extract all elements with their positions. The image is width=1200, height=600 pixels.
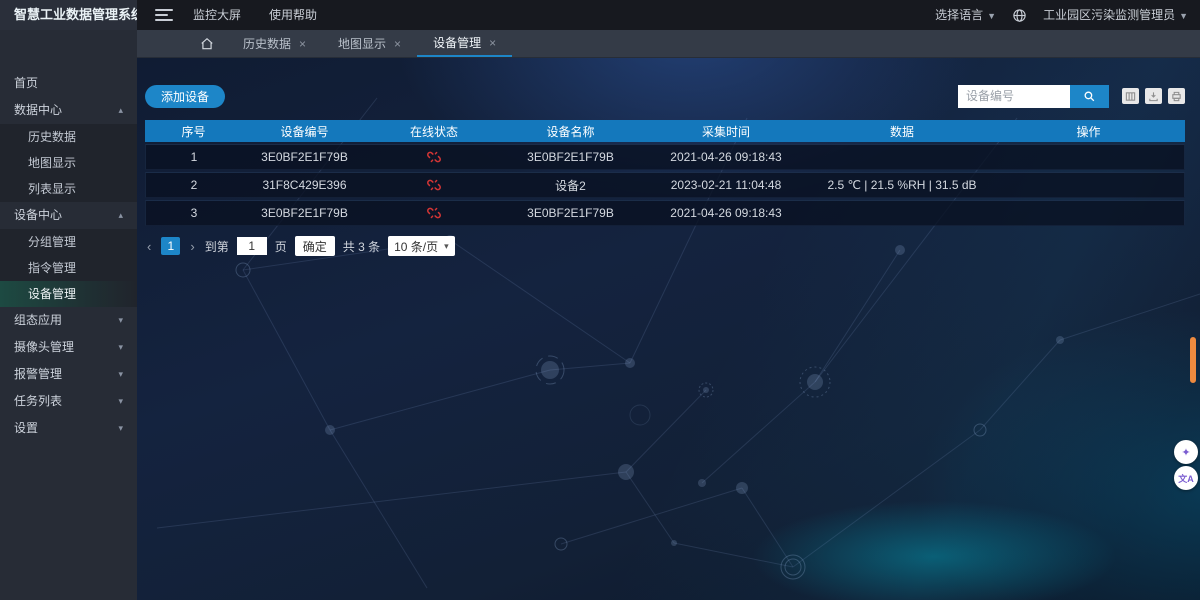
language-selector[interactable]: 选择语言▼ [935,0,996,30]
app-window: 智慧工业数据管理系统 首页 数据中心 ▴ 历史数据 地图显示 列表显示 设备中心… [0,0,1200,600]
col-header-collect-time: 采集时间 [640,120,812,142]
next-page-button[interactable]: › [188,239,196,254]
sidebar-item-home[interactable]: 首页 [0,70,137,97]
sidebar-nav: 首页 数据中心 ▴ 历史数据 地图显示 列表显示 设备中心 ▴ 分组管理 指令管… [0,30,137,442]
export-icon [1148,91,1159,102]
content-area: 添加设备 [137,58,1200,600]
table-row[interactable]: 3 3E0BF2E1F79B 3E0BF2E1F79B 2021-04-26 0… [145,200,1185,226]
device-center-submenu: 分组管理 指令管理 设备管理 [0,229,137,307]
row-operations [992,200,1185,226]
print-icon [1171,91,1182,102]
sidebar-item-map-display[interactable]: 地图显示 [0,150,137,176]
current-page[interactable]: 1 [161,237,180,255]
user-menu[interactable]: 工业园区污染监测管理员 ▼ [1043,0,1188,30]
sidebar-item-camera-management[interactable]: 摄像头管理 ▾ [0,334,137,361]
tab-device-management[interactable]: 设备管理 × [417,30,512,57]
offline-broken-link-icon [427,206,441,220]
nav-help[interactable]: 使用帮助 [255,0,331,30]
row-operations [992,172,1185,198]
sidebar-item-history-data[interactable]: 历史数据 [0,124,137,150]
chevron-down-icon: ▾ [118,415,123,442]
offline-broken-link-icon [427,178,441,192]
top-navbar: 监控大屏 使用帮助 选择语言▼ 工业园区污染监测管理员 ▼ [137,0,1200,30]
goto-label: 到第 [205,238,229,255]
translate-button[interactable]: 文A [1174,466,1198,490]
tab-bar: 历史数据 × 地图显示 × 设备管理 × [137,30,1200,58]
row-operations [992,144,1185,170]
col-header-data: 数据 [812,120,992,142]
col-header-operations: 操作 [992,120,1185,142]
page-unit-label: 页 [275,238,287,255]
export-button[interactable] [1145,88,1162,104]
scrollbar-thumb[interactable] [1190,337,1196,383]
nav-monitor-screen[interactable]: 监控大屏 [179,0,255,30]
globe-icon[interactable] [1012,8,1027,23]
home-tab-icon[interactable] [187,30,227,57]
sidebar-item-list-display[interactable]: 列表显示 [0,176,137,202]
print-button[interactable] [1168,88,1185,104]
page-size-select[interactable]: 10 条/页 ▾ [388,236,455,256]
ai-sparkle-button[interactable]: ✦ [1174,440,1198,464]
sidebar: 智慧工业数据管理系统 首页 数据中心 ▴ 历史数据 地图显示 列表显示 设备中心… [0,0,137,600]
table-row[interactable]: 2 31F8C429E396 设备2 2023-02-21 11:04:48 [145,172,1185,198]
confirm-page-button[interactable]: 确定 [295,236,335,256]
col-header-device-id: 设备编号 [242,120,367,142]
chevron-down-icon: ▾ [118,361,123,388]
sidebar-item-alarm-management[interactable]: 报警管理 ▾ [0,361,137,388]
close-icon[interactable]: × [299,37,306,51]
chevron-down-icon: ▾ [444,241,449,252]
prev-page-button[interactable]: ‹ [145,239,153,254]
device-id-search-input[interactable] [958,85,1070,108]
table-toolbar: 添加设备 [145,84,1185,108]
total-count-label: 共 3 条 [343,238,380,255]
sidebar-item-device-management[interactable]: 设备管理 [0,281,137,307]
chevron-down-icon: ▼ [987,11,996,21]
sidebar-group-data-center[interactable]: 数据中心 ▴ [0,97,137,124]
username: 工业园区污染监测管理员 [1043,8,1175,22]
page-number-input[interactable] [237,237,267,255]
chevron-down-icon: ▾ [118,388,123,415]
chevron-down-icon: ▾ [118,307,123,334]
pagination: ‹ 1 › 到第 页 确定 共 3 条 10 条/页 ▾ [145,236,1185,256]
sidebar-item-scada-app[interactable]: 组态应用 ▾ [0,307,137,334]
tab-history-data[interactable]: 历史数据 × [227,30,322,57]
col-header-index: 序号 [145,120,242,142]
col-header-online-status: 在线状态 [367,120,501,142]
chevron-up-icon: ▴ [118,202,123,229]
table-row[interactable]: 1 3E0BF2E1F79B 3E0BF2E1F79B 2021-04-26 0… [145,144,1185,170]
search-button[interactable] [1070,85,1109,108]
sidebar-item-group-management[interactable]: 分组管理 [0,229,137,255]
sidebar-item-settings[interactable]: 设置 ▾ [0,415,137,442]
tab-map-display[interactable]: 地图显示 × [322,30,417,57]
chevron-down-icon: ▼ [1179,11,1188,21]
chevron-up-icon: ▴ [118,97,123,124]
sparkle-icon: ✦ [1181,446,1190,459]
sidebar-item-task-list[interactable]: 任务列表 ▾ [0,388,137,415]
translate-icon: 文A [1178,472,1194,485]
table-columns-icon [1125,91,1136,102]
data-center-submenu: 历史数据 地图显示 列表显示 [0,124,137,202]
table-header-row: 序号 设备编号 在线状态 设备名称 采集时间 数据 操作 [145,120,1185,142]
collapse-menu-icon[interactable] [155,9,173,21]
close-icon[interactable]: × [489,36,496,50]
add-device-button[interactable]: 添加设备 [145,85,225,108]
close-icon[interactable]: × [394,37,401,51]
search-icon [1083,90,1096,103]
col-header-device-name: 设备名称 [501,120,640,142]
sidebar-group-device-center[interactable]: 设备中心 ▴ [0,202,137,229]
device-table: 序号 设备编号 在线状态 设备名称 采集时间 数据 操作 1 3E0BF2E1F [145,118,1185,228]
filter-columns-button[interactable] [1122,88,1139,104]
chevron-down-icon: ▾ [118,334,123,361]
app-title: 智慧工业数据管理系统 [0,0,137,30]
offline-broken-link-icon [427,150,441,164]
sidebar-item-command-management[interactable]: 指令管理 [0,255,137,281]
